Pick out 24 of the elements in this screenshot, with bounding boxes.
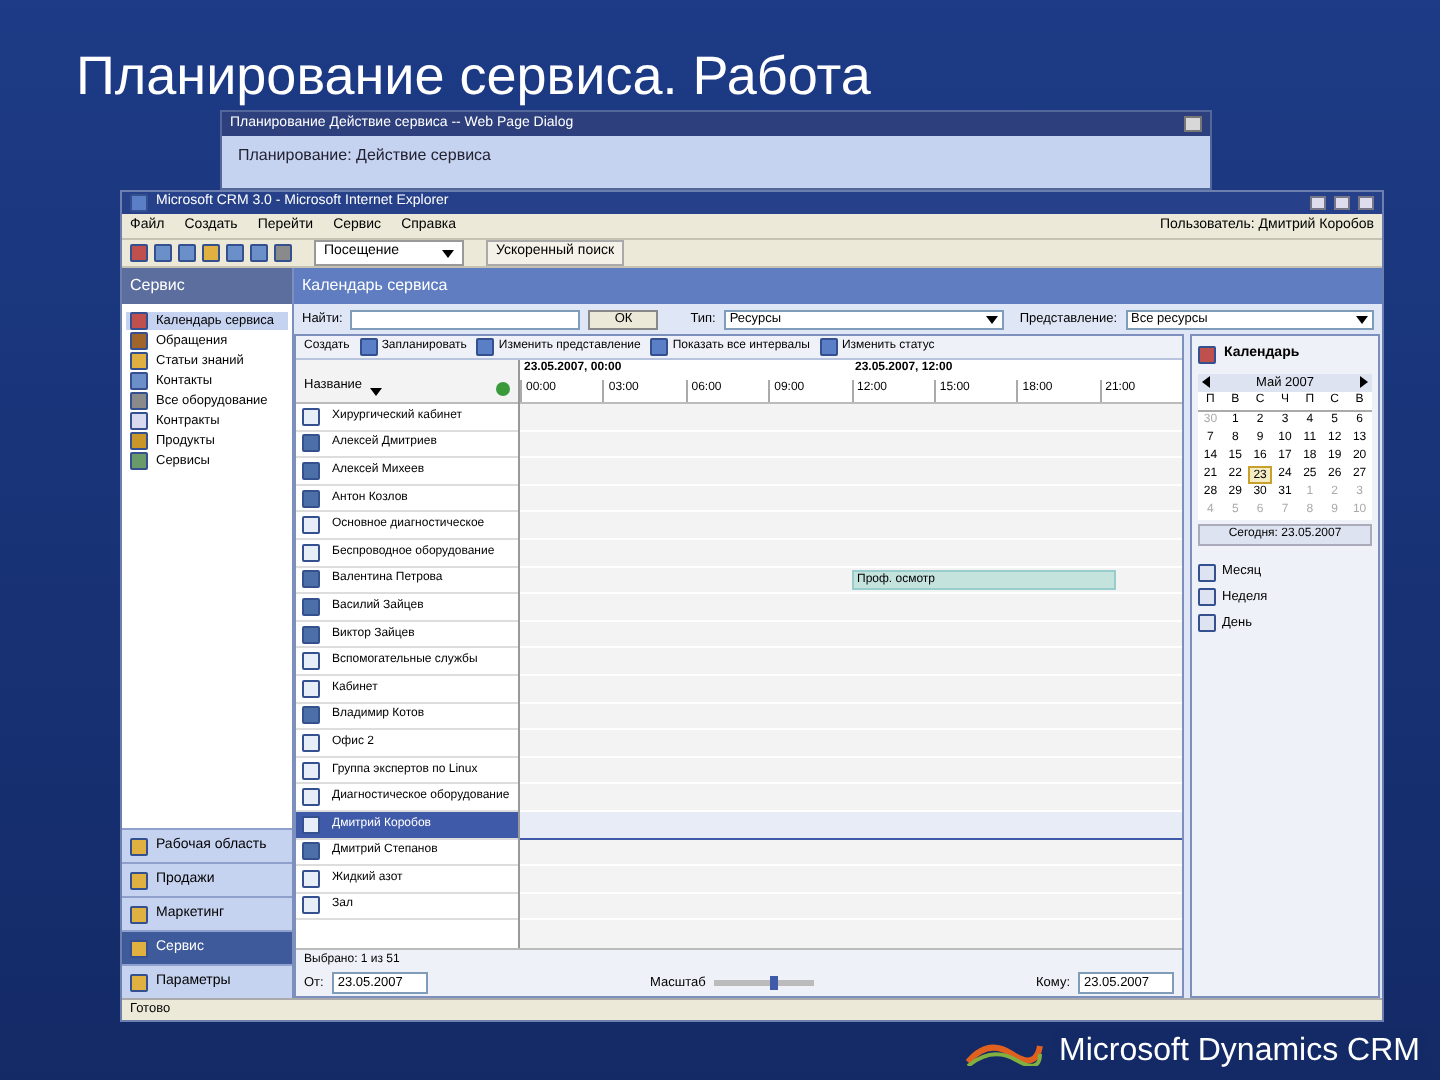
caret-icon bbox=[442, 249, 454, 257]
refresh-icon[interactable] bbox=[496, 382, 510, 396]
slide-title: Планирование сервиса. Работа bbox=[74, 44, 873, 110]
nav-title: Сервис bbox=[122, 268, 292, 304]
zoom-slider-thumb[interactable] bbox=[769, 976, 778, 990]
close-icon[interactable] bbox=[1184, 116, 1202, 132]
action-icon bbox=[359, 338, 378, 356]
content-header: Календарь сервиса bbox=[294, 268, 1382, 304]
minimize-button[interactable] bbox=[1310, 196, 1326, 210]
resource-icon bbox=[302, 407, 320, 426]
maximize-button[interactable] bbox=[1334, 196, 1350, 210]
browser-icon bbox=[130, 194, 148, 212]
action-icon bbox=[650, 338, 669, 356]
dialog-heading: Планирование: Действие сервиса bbox=[236, 144, 493, 168]
caret-icon bbox=[1356, 315, 1368, 323]
find-field[interactable] bbox=[350, 309, 581, 329]
caret-icon bbox=[985, 315, 998, 323]
close-button[interactable] bbox=[1358, 196, 1374, 210]
action-icon bbox=[819, 338, 838, 356]
calendar-icon bbox=[1198, 345, 1216, 364]
user-icon bbox=[302, 842, 320, 861]
action-icon bbox=[476, 338, 495, 356]
user-icon bbox=[302, 706, 320, 725]
caret-icon bbox=[370, 388, 383, 396]
